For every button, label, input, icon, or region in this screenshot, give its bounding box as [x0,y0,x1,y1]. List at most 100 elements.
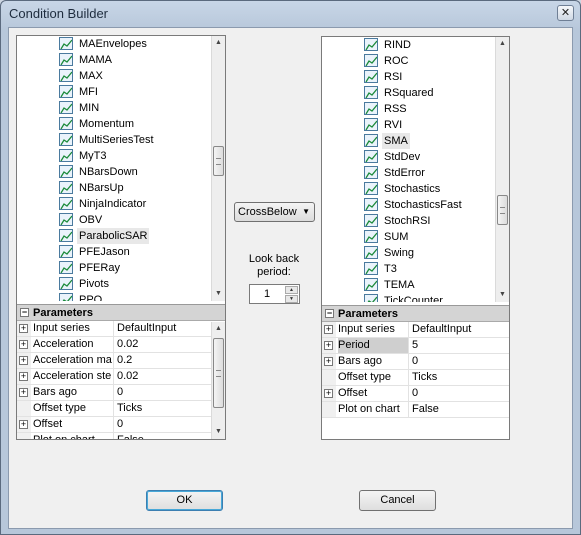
parameter-value[interactable]: 0.02 [113,337,138,352]
list-item[interactable]: RSI [322,69,495,85]
expand-icon[interactable]: + [19,340,28,349]
list-item[interactable]: MAMA [17,52,211,68]
list-item[interactable]: T3 [322,261,495,277]
lookback-period-value[interactable]: 1 [250,285,284,303]
parameter-value[interactable]: 0 [113,385,123,400]
expand-icon[interactable]: + [19,324,28,333]
parameter-row[interactable]: Offset type Ticks [322,370,509,386]
list-item[interactable]: SUM [322,229,495,245]
list-item[interactable]: ParabolicSAR [17,228,211,244]
expand-icon[interactable]: + [19,372,28,381]
list-item[interactable]: RVI [322,117,495,133]
list-item[interactable]: NBarsDown [17,164,211,180]
scroll-up-icon[interactable]: ▲ [496,37,509,51]
list-item[interactable]: Momentum [17,116,211,132]
parameter-row[interactable]: Plot on chartFalse [322,402,509,418]
expand-icon[interactable]: + [19,388,28,397]
left-grid-scrollbar[interactable]: ▲ ▼ [211,322,225,439]
list-item[interactable]: StdError [322,165,495,181]
collapse-icon[interactable]: − [325,309,334,318]
title-bar[interactable]: Condition Builder ✕ [1,1,580,27]
list-item[interactable]: OBV [17,212,211,228]
parameters-header[interactable]: − Parameters [17,305,225,321]
expand-icon[interactable]: + [324,357,333,366]
list-item[interactable]: RSquared [322,85,495,101]
scroll-down-icon[interactable]: ▼ [212,425,225,439]
scroll-up-icon[interactable]: ▲ [212,322,225,336]
expand-icon[interactable]: + [324,389,333,398]
list-item[interactable]: StdDev [322,149,495,165]
operator-dropdown[interactable]: CrossBelow ▼ [234,202,315,222]
list-item[interactable]: SMA [322,133,495,149]
parameter-row[interactable]: + Acceleration ste 0.02 [17,369,225,385]
lookback-period-stepper[interactable]: 1 ▲ ▼ [249,284,300,304]
scroll-down-icon[interactable]: ▼ [496,288,509,302]
parameter-row[interactable]: + Input series DefaultInput [17,321,225,337]
list-item[interactable]: TEMA [322,277,495,293]
list-item[interactable]: MAEnvelopes [17,36,211,52]
scroll-up-icon[interactable]: ▲ [212,36,225,50]
list-item[interactable]: MyT3 [17,148,211,164]
scroll-down-icon[interactable]: ▼ [212,287,225,301]
list-item[interactable]: Pivots [17,276,211,292]
left-list-scrollbar[interactable]: ▲ ▼ [211,36,225,301]
parameter-row[interactable]: + Bars ago 0 [17,385,225,401]
list-item[interactable]: StochRSI [322,213,495,229]
expand-icon[interactable]: + [324,325,333,334]
parameter-value[interactable]: Ticks [113,401,142,416]
list-item[interactable]: PFEJason [17,244,211,260]
expand-icon[interactable]: + [19,420,28,429]
list-item[interactable]: NBarsUp [17,180,211,196]
parameter-row[interactable]: + Acceleration 0.02 [17,337,225,353]
increment-icon[interactable]: ▲ [285,286,298,294]
parameter-row[interactable]: Offset type Ticks [17,401,225,417]
list-item[interactable]: RSS [322,101,495,117]
parameter-value[interactable]: False [113,433,144,439]
cancel-button[interactable]: Cancel [359,490,436,511]
list-item[interactable]: Stochastics [322,181,495,197]
scroll-thumb[interactable] [497,195,508,225]
list-item[interactable]: MAX [17,68,211,84]
expand-icon[interactable]: + [19,356,28,365]
parameter-row[interactable]: + Bars ago 0 [322,354,509,370]
parameter-value[interactable]: 0 [113,417,123,432]
parameter-value[interactable]: 0.02 [113,369,138,384]
list-item[interactable]: PPO [17,292,211,301]
ok-button[interactable]: OK [146,490,223,511]
list-item[interactable]: MultiSeriesTest [17,132,211,148]
parameter-value[interactable]: 0.2 [113,353,132,368]
list-item-label: ROC [384,55,409,67]
close-button[interactable]: ✕ [557,5,574,21]
parameter-value[interactable]: False [408,402,439,417]
parameter-value[interactable]: DefaultInput [408,322,471,337]
list-item[interactable]: TickCounter [322,293,495,302]
list-item[interactable]: ROC [322,53,495,69]
parameter-row[interactable]: + Offset 0 [322,386,509,402]
collapse-icon[interactable]: − [20,308,29,317]
parameter-value[interactable]: 0 [408,354,418,369]
parameter-row[interactable]: + Period 5 [322,338,509,354]
list-item[interactable]: MIN [17,100,211,116]
list-item[interactable]: Swing [322,245,495,261]
parameter-value[interactable]: DefaultInput [113,321,176,336]
list-item[interactable]: NinjaIndicator [17,196,211,212]
parameter-row[interactable]: + Acceleration ma 0.2 [17,353,225,369]
parameter-value[interactable]: Ticks [408,370,437,385]
right-indicator-list[interactable]: RIND ROC RSI RSquared RSS RVI SMA StdDev StdErro… [322,37,495,302]
left-indicator-list[interactable]: MAEnvelopes MAMA MAX MFI MIN Momentum MultiSer… [17,36,211,301]
list-item[interactable]: PFERay [17,260,211,276]
expand-icon[interactable]: + [324,341,333,350]
list-item[interactable]: MFI [17,84,211,100]
parameter-row[interactable]: + Offset 0 [17,417,225,433]
scroll-thumb[interactable] [213,146,224,176]
parameters-header[interactable]: − Parameters [322,306,509,322]
scroll-thumb[interactable] [213,338,224,408]
parameter-row[interactable]: + Input series DefaultInput [322,322,509,338]
right-list-scrollbar[interactable]: ▲ ▼ [495,37,509,302]
decrement-icon[interactable]: ▼ [285,295,298,303]
parameter-row[interactable]: Plot on chartFalse [17,433,225,439]
parameter-value[interactable]: 5 [408,338,418,353]
parameter-value[interactable]: 0 [408,386,418,401]
list-item[interactable]: RIND [322,37,495,53]
list-item[interactable]: StochasticsFast [322,197,495,213]
